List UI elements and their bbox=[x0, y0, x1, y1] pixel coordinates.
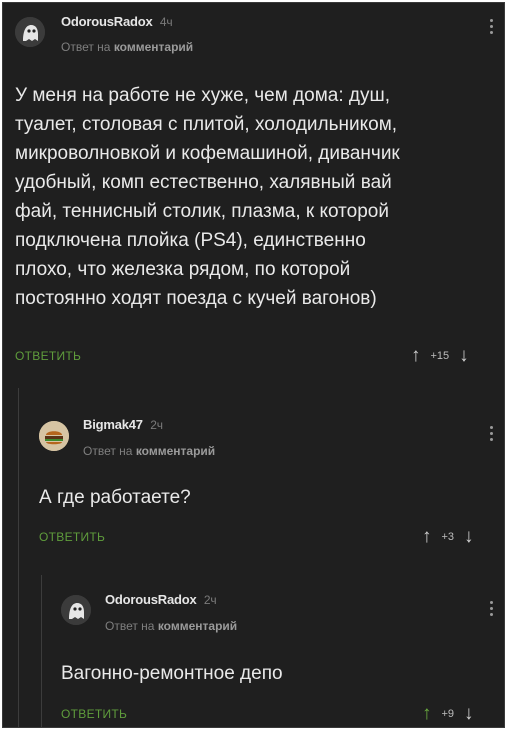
upvote-icon[interactable]: ↑ bbox=[422, 704, 432, 723]
comment-3: OdorousRadox 2ч Ответ на комментарий Ваг… bbox=[3, 575, 504, 727]
reply-to-line: Ответ на комментарий bbox=[105, 619, 237, 633]
reply-to-line: Ответ на комментарий bbox=[83, 444, 215, 458]
comment-2: Bigmak47 2ч Ответ на комментарий А где р… bbox=[3, 388, 504, 553]
comment-author[interactable]: OdorousRadox 4ч bbox=[61, 14, 173, 29]
comment-author[interactable]: OdorousRadox 2ч bbox=[105, 592, 217, 607]
comment-text: У меня на работе не хуже, чем дома: душ,… bbox=[15, 85, 400, 309]
vote-control: ↑ +15 ↓ bbox=[411, 346, 469, 365]
more-options-icon[interactable] bbox=[490, 19, 494, 34]
reply-button[interactable]: ответить bbox=[39, 530, 105, 544]
reply-target-link[interactable]: комментарий bbox=[136, 444, 215, 458]
comment-1: OdorousRadox 4ч Ответ на комментарий У м… bbox=[3, 3, 504, 383]
comment-text: Вагонно-ремонтное депо bbox=[61, 663, 283, 684]
comment-text: А где работаете? bbox=[39, 487, 191, 508]
more-options-icon[interactable] bbox=[490, 426, 494, 441]
comment-time: 2ч bbox=[203, 593, 217, 607]
comment-score: +15 bbox=[430, 349, 450, 362]
downvote-icon[interactable]: ↓ bbox=[459, 346, 469, 365]
more-options-icon[interactable] bbox=[490, 601, 494, 616]
reply-target-link[interactable]: комментарий bbox=[158, 619, 237, 633]
ghost-avatar-icon[interactable] bbox=[61, 595, 91, 625]
ghost-avatar-icon[interactable] bbox=[15, 17, 45, 47]
upvote-icon[interactable]: ↑ bbox=[411, 346, 421, 365]
burger-avatar-icon[interactable] bbox=[39, 421, 69, 451]
vote-control: ↑ +9 ↓ bbox=[422, 704, 474, 723]
downvote-icon[interactable]: ↓ bbox=[464, 527, 474, 546]
vote-control: ↑ +3 ↓ bbox=[422, 527, 474, 546]
reply-prefix: Ответ на bbox=[83, 444, 133, 458]
comment-time: 4ч bbox=[159, 15, 173, 29]
reply-button[interactable]: ответить bbox=[15, 349, 81, 363]
reply-to-line: Ответ на комментарий bbox=[61, 40, 193, 54]
comments-panel: OdorousRadox 4ч Ответ на комментарий У м… bbox=[2, 2, 505, 728]
comment-score: +3 bbox=[441, 530, 455, 543]
upvote-icon[interactable]: ↑ bbox=[422, 527, 432, 546]
reply-target-link[interactable]: комментарий bbox=[114, 40, 193, 54]
reply-prefix: Ответ на bbox=[61, 40, 111, 54]
comment-score: +9 bbox=[441, 707, 455, 720]
reply-button[interactable]: ответить bbox=[61, 707, 127, 721]
reply-prefix: Ответ на bbox=[105, 619, 155, 633]
comment-author[interactable]: Bigmak47 2ч bbox=[83, 417, 163, 432]
comment-time: 2ч bbox=[150, 418, 163, 432]
downvote-icon[interactable]: ↓ bbox=[464, 704, 474, 723]
